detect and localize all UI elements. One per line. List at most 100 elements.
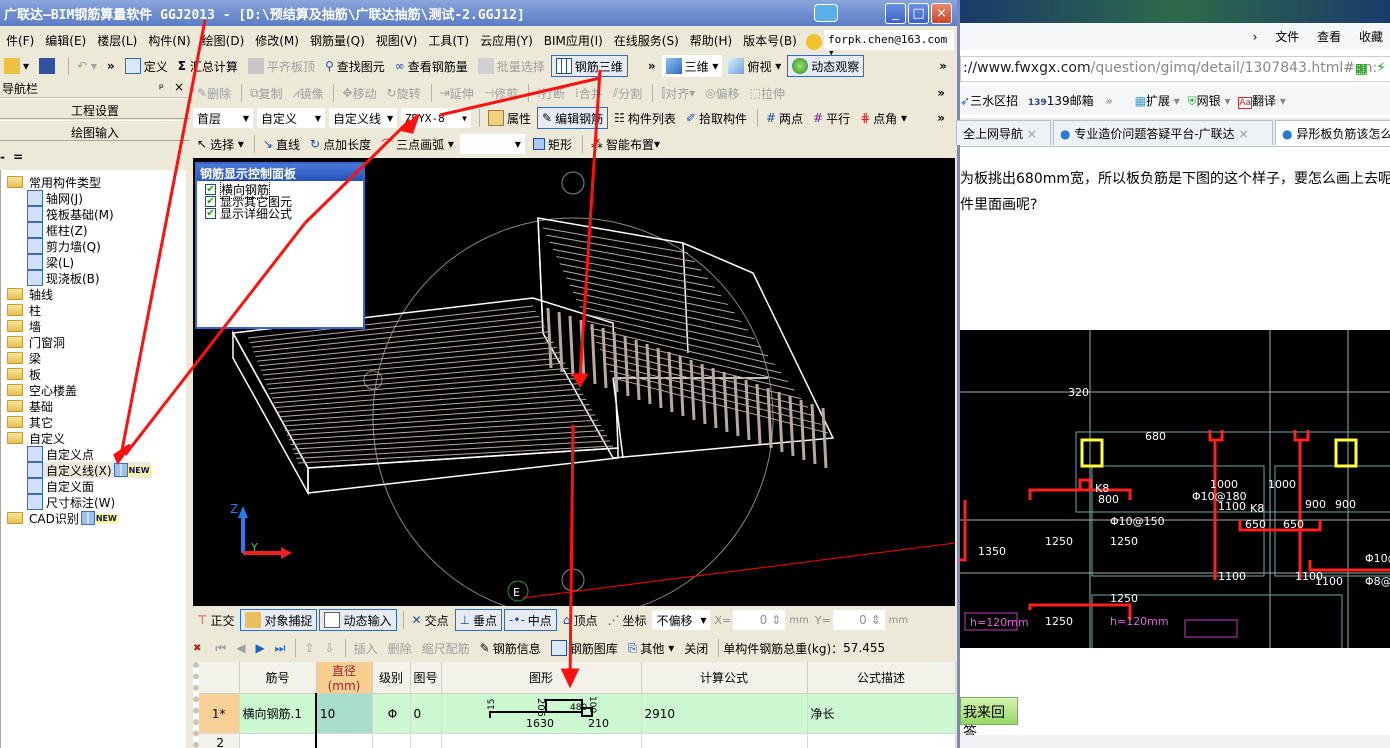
smart-layout-button[interactable]: ⁂ 智能布置 ▾	[587, 133, 664, 155]
merge-button[interactable]: ⁞ 合并	[571, 82, 607, 104]
menu-draw[interactable]: 绘图(D)	[202, 34, 245, 48]
last-button[interactable]: ⏭	[271, 637, 290, 659]
address-bar[interactable]: ://www.fwxgx.com/question/gimq/detail/13…	[960, 56, 1390, 82]
overflow-button[interactable]: »	[103, 55, 119, 77]
col-header-bar-no[interactable]: 筋号	[239, 662, 317, 694]
option-show-formula[interactable]: ✔ 显示详细公式	[197, 207, 363, 221]
close-button[interactable]: ×	[931, 3, 952, 24]
fav-sanshui[interactable]: 三水区招	[970, 94, 1018, 108]
cell-diameter[interactable]: 10	[315, 693, 373, 734]
x-coord-input[interactable]: 0 ⇕	[733, 610, 786, 630]
checkbox-checked-icon[interactable]: ✔	[205, 195, 216, 207]
maximize-button[interactable]: □	[908, 3, 929, 24]
tree-item[interactable]: 门窗洞	[7, 334, 65, 350]
cell-grade[interactable]: Φ	[372, 693, 411, 734]
col-header-fig-no[interactable]: 图号	[410, 662, 442, 694]
floor-select[interactable]: 首层 ▼	[193, 108, 253, 128]
menu-version[interactable]: 版本号(B)	[743, 34, 797, 48]
overflow-button-3[interactable]: »	[935, 55, 951, 77]
menu-view[interactable]: 视图(V)	[376, 34, 418, 48]
cell-desc[interactable]	[807, 733, 956, 748]
view-3d-dropdown[interactable]: 三维 ▾	[661, 55, 723, 77]
minimize-button[interactable]: _	[885, 3, 906, 24]
browser-menu-view[interactable]: 查看	[1317, 30, 1341, 44]
component-select[interactable]: ZDYX-8 ▼	[401, 108, 471, 128]
account-dropdown[interactable]: forpk.chen@163.com ▾	[824, 30, 954, 59]
tree-item[interactable]: 筏板基础(M)	[27, 206, 114, 222]
fav-bank[interactable]: 网银	[1197, 94, 1221, 108]
component-list-button[interactable]: ☷ 构件列表	[610, 107, 680, 129]
tree-item[interactable]: 框柱(Z)	[27, 222, 88, 238]
type-select[interactable]: 自定义 ▼	[257, 108, 325, 128]
tab-glodon-qa[interactable]: ● 专业造价问题答疑平台-广联达 ×	[1053, 120, 1273, 145]
trim-button[interactable]: ⊣ 修剪	[480, 82, 522, 104]
sum-calc-button[interactable]: Σ 汇总计算	[174, 55, 242, 77]
user-avatar-icon[interactable]	[805, 33, 822, 50]
delete-row-button[interactable]: 删除	[384, 637, 416, 659]
top-view-dropdown[interactable]: 俯视 ▾	[724, 55, 785, 77]
parallel-button[interactable]: # 平行	[809, 107, 854, 129]
rect-button[interactable]: 矩形	[529, 133, 576, 155]
prev-button[interactable]: ◀	[232, 637, 249, 659]
edit-rebar-button[interactable]: ✎ 编辑钢筋	[537, 107, 609, 129]
pin-icon[interactable]: ᵖ	[159, 81, 164, 95]
col-header-desc[interactable]: 公式描述	[807, 662, 956, 694]
tree-item[interactable]: 柱	[7, 302, 41, 318]
nav-close-icon[interactable]: ×	[174, 80, 184, 94]
ortho-button[interactable]: ⊤ 正交	[193, 609, 238, 631]
menu-cloud[interactable]: 云应用(Y)	[480, 34, 533, 48]
menu-online[interactable]: 在线服务(S)	[614, 34, 679, 48]
dynamic-observe-button[interactable]: 动态观察	[787, 55, 865, 77]
col-header-shape[interactable]: 图形	[441, 662, 642, 694]
table-row[interactable]: 1* 横向钢筋.1 10 Φ 0 15 205 480 100 1630 210…	[199, 693, 956, 734]
line-button[interactable]: ↘ 直线	[259, 133, 304, 155]
pick-component-button[interactable]: ✐ 拾取构件	[682, 107, 751, 129]
copy-button[interactable]: ⧉ 复制	[246, 82, 287, 104]
cell-fig-no[interactable]: 0	[410, 693, 442, 734]
move-button[interactable]: ✥ 移动	[338, 82, 380, 104]
coord-button[interactable]: ⋰ 坐标	[603, 609, 650, 631]
3d-viewport[interactable]: E Z Y 钢筋显示控制面板 ✔ 横向钢筋 ✔ 显示其它图元 ✔ 显示详细公式	[193, 158, 955, 606]
tree-item[interactable]: 梁	[7, 350, 41, 366]
tab-active-question[interactable]: ● 异形板负筋该怎么	[1275, 120, 1390, 145]
checkbox-checked-icon[interactable]: ✔	[205, 183, 216, 195]
rebar-info-button[interactable]: ✎ 钢筋信息	[476, 637, 545, 659]
lightning-icon[interactable]: ⚡	[1376, 60, 1386, 76]
define-button[interactable]: 定义	[121, 55, 172, 77]
offset-select[interactable]: 不偏移 ▼	[652, 610, 711, 630]
browser-menu-file[interactable]: 文件	[1275, 30, 1299, 44]
overflow-button-2[interactable]: »	[644, 55, 660, 77]
rebar-library-button[interactable]: 钢筋图库	[547, 637, 622, 659]
fav-139mail[interactable]: 139邮箱	[1047, 94, 1094, 108]
tree-item[interactable]: 墙	[7, 318, 41, 334]
menu-edit[interactable]: 编辑(E)	[45, 34, 86, 48]
dynamic-input-button[interactable]: 动态输入	[319, 609, 397, 631]
overflow-button-4[interactable]: »	[933, 82, 949, 104]
drawing-input-button[interactable]: 绘图输入	[0, 120, 190, 141]
select-button[interactable]: ↖ 选择 ▾	[193, 133, 248, 155]
cell-diameter[interactable]	[315, 733, 373, 748]
tree-item[interactable]: 自定义	[7, 430, 65, 446]
tree-item[interactable]: 现浇板(B)	[27, 270, 100, 286]
y-coord-input[interactable]: 0 ⇕	[832, 610, 885, 630]
property-button[interactable]: 属性	[484, 107, 535, 129]
fav-translate[interactable]: 翻译	[1252, 94, 1276, 108]
cell-shape[interactable]	[441, 733, 642, 748]
tab-close-icon[interactable]: ×	[1027, 127, 1037, 141]
tree-item[interactable]: 基础	[7, 398, 53, 414]
menu-floor[interactable]: 楼层(L)	[97, 34, 137, 48]
open-button[interactable]: ▾	[0, 55, 33, 77]
stretch-button[interactable]: ⬚ 拉伸	[746, 82, 789, 104]
browser-menu-favorites[interactable]: 收藏	[1359, 30, 1383, 44]
first-button[interactable]: ⏮	[211, 637, 230, 659]
offset-button[interactable]: ◎ 偏移	[701, 82, 744, 104]
tree-item[interactable]: 自定义点	[27, 446, 94, 462]
tree-item[interactable]: 空心楼盖	[7, 382, 77, 398]
two-point-button[interactable]: # 两点	[762, 107, 807, 129]
cell-grade[interactable]	[372, 733, 411, 748]
row-header[interactable]: 2	[199, 733, 240, 748]
scale-rebar-button[interactable]: 缩尺配筋	[418, 637, 474, 659]
object-snap-button[interactable]: 对象捕捉	[240, 609, 318, 631]
align-button[interactable]: ⫿ 对齐 ▾	[657, 82, 699, 104]
menu-rebar-qty[interactable]: 钢筋量(Q)	[310, 34, 365, 48]
